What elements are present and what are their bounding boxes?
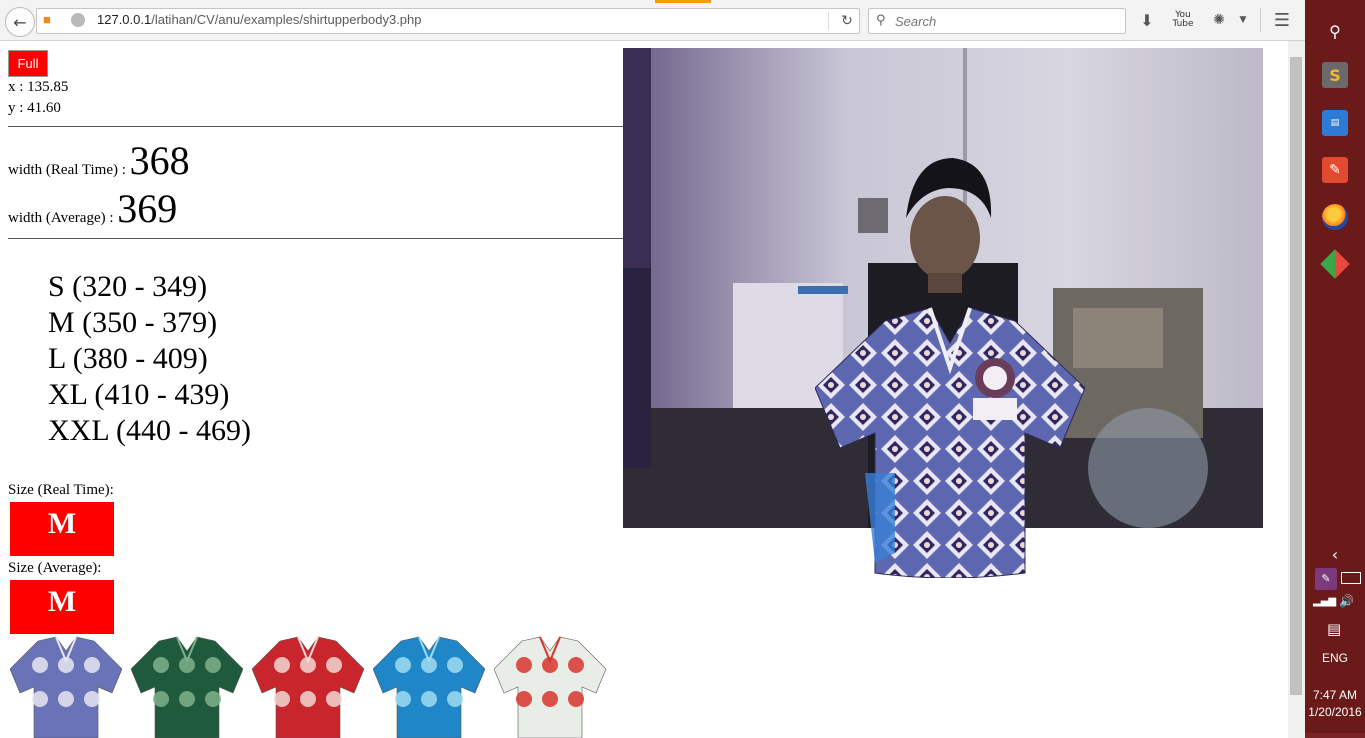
shirt-body (373, 636, 485, 738)
hamburger-menu-icon[interactable]: ☰ (1270, 9, 1294, 31)
signal-icon[interactable]: ▂▄▆ (1313, 596, 1336, 607)
firefox-icon[interactable] (1322, 204, 1348, 230)
shirt-pattern-motif (395, 691, 411, 707)
url-host: 127.0.0.1 (97, 12, 152, 27)
notification-icon[interactable]: ▤ (1327, 620, 1341, 638)
shirt-pattern-motif (153, 691, 169, 707)
shirt-pattern-motif (32, 691, 48, 707)
size-average-badge: M (10, 580, 114, 634)
globe-icon (71, 13, 85, 27)
shirt-pattern-motif (58, 691, 74, 707)
addon-icon[interactable]: ✺ (1208, 9, 1230, 31)
shirt-body (131, 636, 243, 738)
full-button[interactable]: Full (8, 50, 48, 77)
shirt-pattern-motif (516, 657, 532, 673)
shirt-pattern-motif (421, 691, 437, 707)
shirt-pattern-motif (84, 691, 100, 707)
url-divider (828, 12, 829, 30)
shirt-body (10, 636, 122, 738)
url-text[interactable]: 127.0.0.1/latihan/CV/anu/examples/shirtu… (97, 12, 422, 27)
shirt-pattern-motif (447, 657, 463, 673)
width-average-label: width (Average) : (8, 210, 118, 226)
size-range-item: M (350 - 379) (48, 306, 218, 339)
windows-taskbar: ⚲ S ▤ ✎ ‹ ✎ ▂▄▆ 🔊 ▤ ENG 7:47 AM 1/20/201… (1305, 0, 1365, 738)
chevron-left-icon[interactable]: ‹ (1322, 541, 1348, 567)
shirt-pattern-motif (516, 691, 532, 707)
tab-indicator (655, 0, 711, 3)
page-content: Full x : 135.85 y : 41.60 width (Real Ti… (0, 41, 1288, 738)
toolbar-divider (1260, 8, 1261, 32)
width-realtime-value: 368 (129, 138, 190, 183)
shirt-pattern-motif (542, 691, 558, 707)
size-average-label: Size (Average): (8, 560, 102, 576)
divider (8, 238, 623, 239)
size-range-item: XL (410 - 439) (48, 378, 230, 411)
volume-icon[interactable]: 🔊 (1339, 594, 1354, 608)
vertical-scrollbar[interactable] (1288, 41, 1305, 738)
shirt-thumbnail-5[interactable] (494, 635, 606, 738)
shirt-pattern-motif (326, 657, 342, 673)
pen-icon[interactable]: ✎ (1315, 568, 1337, 590)
shirt-thumbnail-1[interactable] (10, 635, 122, 738)
divider (8, 126, 623, 127)
size-range-item: L (380 - 409) (48, 342, 208, 375)
git-icon[interactable] (1320, 249, 1350, 279)
shirt-pattern-motif (326, 691, 342, 707)
shirt-thumbnail-4[interactable] (373, 635, 485, 738)
shirt-pattern-motif (274, 691, 290, 707)
app-icon[interactable]: ▤ (1322, 110, 1348, 136)
url-path: /latihan/CV/anu/examples/shirtupperbody3… (151, 12, 422, 27)
shirt-pattern-motif (568, 691, 584, 707)
search-input[interactable] (895, 11, 1115, 31)
shirt-thumbnail-2[interactable] (131, 635, 243, 738)
battery-icon[interactable] (1341, 572, 1361, 584)
shirt-pattern-motif (395, 657, 411, 673)
width-average-value: 369 (117, 186, 178, 231)
shirt-pattern-motif (300, 691, 316, 707)
back-button[interactable]: ← (5, 7, 35, 37)
shirt-pattern-motif (84, 657, 100, 673)
size-realtime-badge: M (10, 502, 114, 556)
pdf-reader-icon[interactable]: ✎ (1322, 157, 1348, 183)
language-indicator[interactable]: ENG (1305, 651, 1365, 665)
youtube-icon[interactable]: You Tube (1172, 9, 1194, 31)
reload-icon[interactable]: ↻ (837, 11, 857, 31)
scrollbar-thumb[interactable] (1290, 57, 1302, 695)
browser-toolbar: ← ■ 127.0.0.1/latihan/CV/anu/examples/sh… (0, 0, 1305, 41)
coord-x: x : 135.85 (8, 79, 69, 95)
shirt-pattern-motif (205, 691, 221, 707)
shirt-pattern-motif (205, 657, 221, 673)
clock-time[interactable]: 7:47 AM (1305, 688, 1365, 702)
shirt-pattern-motif (153, 657, 169, 673)
url-bar[interactable]: ■ 127.0.0.1/latihan/CV/anu/examples/shir… (36, 8, 860, 34)
chevron-down-icon[interactable]: ▼ (1236, 9, 1250, 31)
shirt-pattern-motif (274, 657, 290, 673)
coord-y: y : 41.60 (8, 100, 61, 116)
size-range-item: XXL (440 - 469) (48, 414, 252, 447)
size-realtime-label: Size (Real Time): (8, 482, 114, 498)
download-icon[interactable]: ⬇ (1136, 9, 1158, 31)
search-icon: ⚲ (876, 13, 886, 28)
shirt-body (252, 636, 364, 738)
size-range-item: S (320 - 349) (48, 270, 208, 303)
shirt-pattern-motif (568, 657, 584, 673)
show-desktop-button[interactable] (1305, 733, 1365, 738)
clock-date[interactable]: 1/20/2016 (1305, 705, 1365, 719)
width-average: width (Average) : 369 (8, 185, 177, 232)
size-range-list: S (320 - 349) M (350 - 379) L (380 - 409… (48, 269, 251, 449)
shirt-pattern-motif (179, 691, 195, 707)
width-realtime-label: width (Real Time) : (8, 162, 130, 178)
search-icon[interactable]: ⚲ (1322, 18, 1348, 44)
camera-icon[interactable]: ■ (43, 13, 57, 27)
shirt-body (494, 636, 606, 738)
search-bar[interactable]: ⚲ (868, 8, 1126, 34)
shirt-pattern-motif (447, 691, 463, 707)
sublime-text-icon[interactable]: S (1322, 62, 1348, 88)
shirt-thumbnail-3[interactable] (252, 635, 364, 738)
width-realtime: width (Real Time) : 368 (8, 137, 190, 184)
tryon-shirt-overlay (815, 307, 1085, 578)
shirt-pattern-motif (32, 657, 48, 673)
